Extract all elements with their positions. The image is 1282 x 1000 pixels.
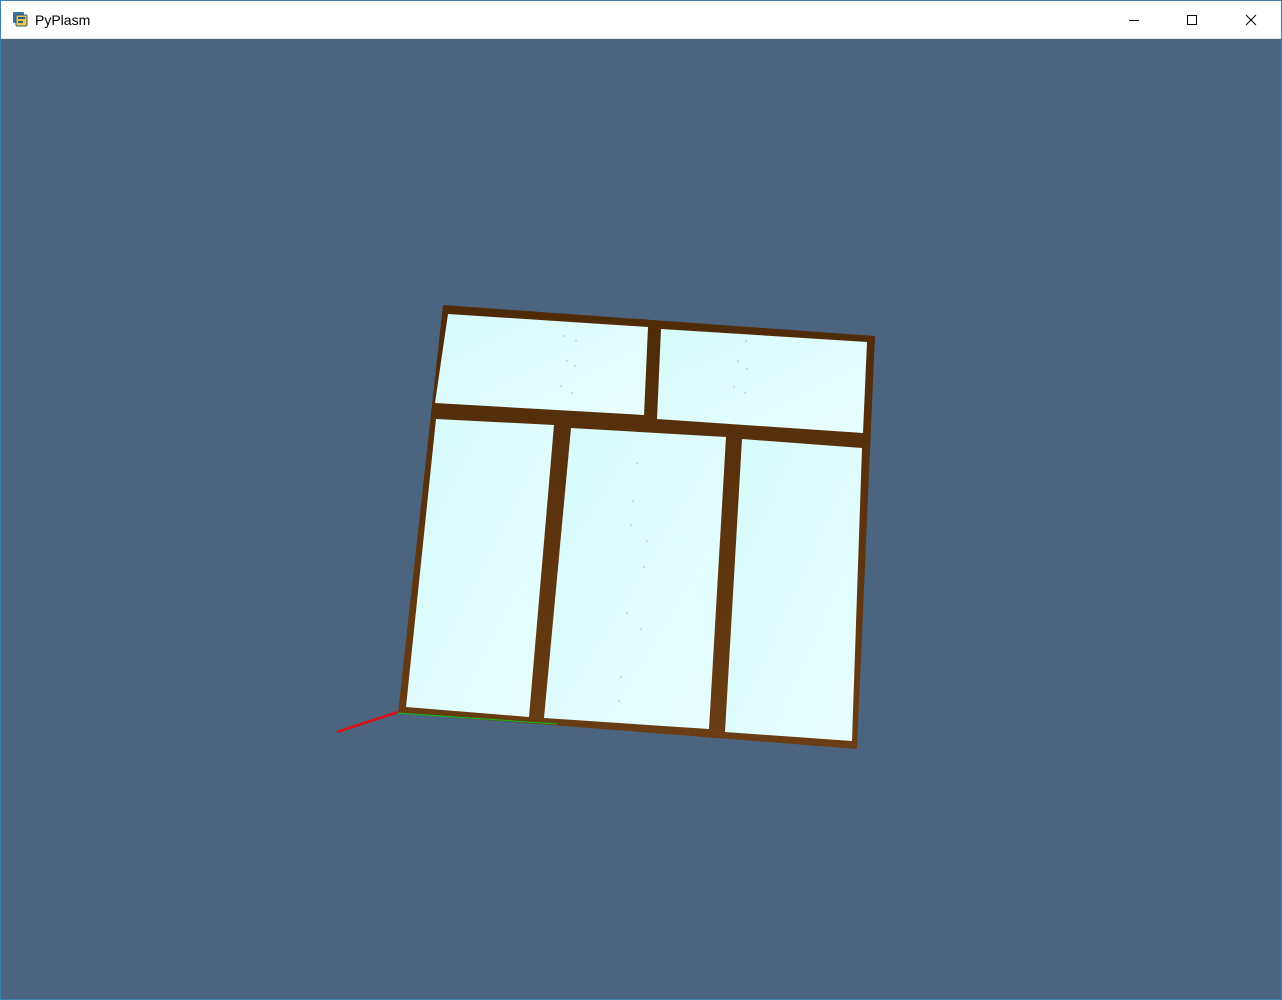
window-frame-model [336,305,875,749]
minimize-button[interactable] [1105,1,1163,38]
minimize-icon [1128,14,1140,26]
x-axis-line [336,710,399,734]
maximize-button[interactable] [1163,1,1221,38]
glass-pane-bottom-right [725,439,862,741]
title-bar[interactable]: PyPlasm [1,1,1281,39]
close-icon [1245,14,1257,26]
maximize-icon [1186,14,1198,26]
pyplasm-window: PyPlasm [0,0,1282,1000]
close-button[interactable] [1222,1,1280,38]
window-title: PyPlasm [35,12,91,28]
glass-pane-bottom-center [544,428,726,729]
glass-pane-top-left [435,314,648,415]
3d-viewport[interactable] [1,39,1281,999]
python-app-icon [12,11,28,27]
glass-pane-top-right [657,329,867,433]
